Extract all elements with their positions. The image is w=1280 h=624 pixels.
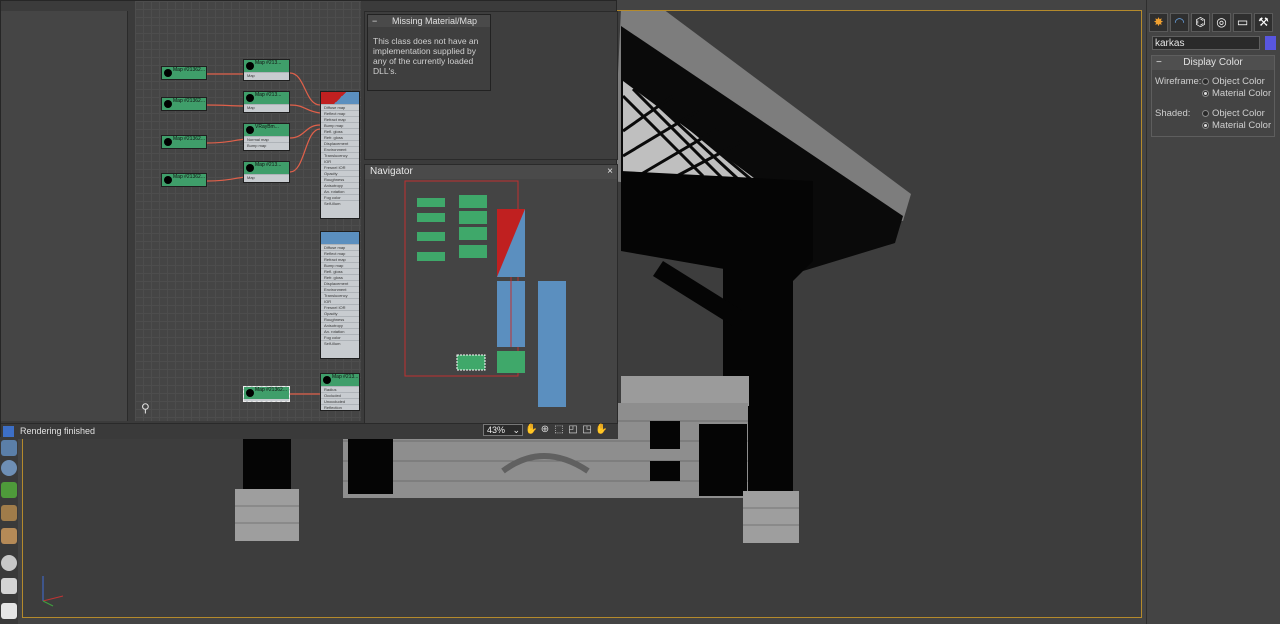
rollout-title: Display Color <box>1183 57 1243 68</box>
node-missing-texture-selected[interactable]: Map #21362... <box>243 386 290 402</box>
modify-icon[interactable]: ◠ <box>1170 13 1189 32</box>
node-title: Map #21362... <box>162 136 206 148</box>
pan-icon[interactable]: ✋ <box>525 424 537 436</box>
missing-material-message: This class does not have an implementati… <box>373 36 488 84</box>
node-title: Map #21362... <box>162 67 206 79</box>
binoculars-icon[interactable]: ⚲ <box>141 401 155 415</box>
material-slot[interactable]: Self-illum <box>321 340 359 346</box>
node-vraymtl-1[interactable]: Diffuse map Reflect map Refract map Bump ma… <box>320 91 360 219</box>
navigator-panel: Navigator × <box>364 164 618 424</box>
shaded-object-color-radio[interactable] <box>1202 110 1209 117</box>
node-title: Map #21362... <box>162 98 206 110</box>
navigator-title: Navigator <box>370 166 413 177</box>
node-missing-texture-1[interactable]: Map #21362... <box>161 66 207 80</box>
status-text: Rendering finished <box>20 426 96 436</box>
node-title: Map #213... <box>244 92 289 104</box>
node-title: Map #213... <box>244 60 289 72</box>
node-title: Map #21362... <box>244 387 289 399</box>
zoom-icon[interactable]: ⊕ <box>539 424 551 436</box>
navigator-toolbar: 43% ⌄ ✋ ⊕ ⬚ ◰ ◳ ✋ <box>481 423 618 438</box>
zoom-dropdown[interactable]: 43% ⌄ <box>483 424 523 436</box>
node-title: Map #213... <box>321 374 359 386</box>
message-line: This class does not have an <box>373 36 479 46</box>
collapse-icon[interactable]: − <box>1156 56 1162 70</box>
pan-to-selected-icon[interactable]: ✋ <box>595 424 607 436</box>
missing-material-rollout: − Missing Material/Map This class does n… <box>367 14 491 91</box>
object-color-swatch[interactable] <box>1265 36 1276 50</box>
node-title: Map #21362... <box>162 174 206 186</box>
node-vraynormal[interactable]: VRayBm... Normal map Bump map <box>243 123 290 151</box>
shaded-label: Shaded: <box>1155 108 1191 119</box>
chevron-down-icon: ⌄ <box>512 425 520 435</box>
hierarchy-icon[interactable]: ⌬ <box>1191 13 1210 32</box>
node-color-correction[interactable]: Map #213... Map <box>243 59 290 81</box>
shaded-material-color-label[interactable]: Material Color <box>1212 120 1271 131</box>
close-icon[interactable]: × <box>607 165 613 179</box>
zoom-value: 43% <box>487 425 506 435</box>
zoom-extents-selected-icon[interactable]: ◳ <box>581 424 593 436</box>
create-icon[interactable]: ✸ <box>1149 13 1168 32</box>
wireframe-object-color-radio[interactable] <box>1202 78 1209 85</box>
navigator-title-bar: Navigator × <box>365 165 617 179</box>
network-icon[interactable] <box>1 440 17 456</box>
wireframe-label: Wireframe: <box>1155 76 1202 87</box>
zoom-extents-icon[interactable]: ◰ <box>567 424 579 436</box>
node-title: VRayBm... <box>244 124 289 136</box>
shaded-object-color-label[interactable]: Object Color <box>1212 108 1265 119</box>
sphere-icon[interactable] <box>1 555 17 571</box>
message-line: any of the currently loaded <box>373 56 474 66</box>
wireframe-material-color-label[interactable]: Material Color <box>1212 88 1271 99</box>
material-slots: Diffuse map Reflect map Refract map Bump ma… <box>321 244 359 346</box>
node-missing-texture-2[interactable]: Map #21362... <box>161 97 207 111</box>
material-slot[interactable]: Self-illum <box>321 200 359 206</box>
node-missing-texture-3[interactable]: Map #21362... <box>161 135 207 149</box>
message-line: DLL's. <box>373 66 397 76</box>
left-toolbar <box>0 420 18 624</box>
motion-icon[interactable]: ◎ <box>1212 13 1231 32</box>
display-icon[interactable]: ▭ <box>1233 13 1252 32</box>
gear-icon[interactable] <box>1 460 17 476</box>
collapse-icon[interactable]: − <box>372 15 377 27</box>
layer-icon[interactable] <box>1 603 17 619</box>
message-line: implementation supplied by <box>373 46 477 56</box>
missing-rollout-header[interactable]: − Missing Material/Map <box>368 15 490 27</box>
node-missing-texture-4[interactable]: Map #21362... <box>161 173 207 187</box>
tool-icon[interactable] <box>1 505 17 521</box>
node-title: Map #213... <box>244 162 289 174</box>
material-slots: Diffuse map Reflect map Refract map Bump ma… <box>321 104 359 206</box>
grid-icon[interactable] <box>1 578 17 594</box>
node-output-1[interactable]: Map #213... Map <box>243 91 290 113</box>
missing-rollout-title: Missing Material/Map <box>392 16 478 26</box>
command-panel: ✸ ◠ ⌬ ◎ ▭ ⚒ karkas − Display Color Wiref… <box>1146 0 1280 624</box>
material-slot[interactable]: Reflection <box>321 404 359 410</box>
shaded-material-color-radio[interactable] <box>1202 122 1209 129</box>
zoom-region-icon[interactable]: ⬚ <box>553 424 565 436</box>
slate-material-editor: Map #21362... Map #21362... Map #21362..… <box>0 0 618 439</box>
vraydirt-slots: Radius Occluded Unoccluded Reflection <box>321 386 359 410</box>
node-vraydirt[interactable]: Map #213... Radius Occluded Unoccluded Refl… <box>320 373 360 411</box>
node-graph-view[interactable]: Map #21362... Map #21362... Map #21362..… <box>135 1 361 421</box>
material-preview-icon <box>321 92 359 104</box>
material-browser-panel[interactable] <box>1 11 128 421</box>
node-output-2[interactable]: Map #213... Map <box>243 161 290 183</box>
utilities-icon[interactable]: ⚒ <box>1254 13 1273 32</box>
object-name-input[interactable]: karkas <box>1152 36 1260 50</box>
render-icon[interactable] <box>3 426 14 437</box>
wireframe-material-color-radio[interactable] <box>1202 90 1209 97</box>
display-color-rollout: − Display Color Wireframe: Object Color … <box>1151 55 1275 137</box>
material-preview-icon <box>321 232 359 244</box>
rollout-header[interactable]: − Display Color <box>1152 56 1274 70</box>
plant-icon[interactable] <box>1 482 17 498</box>
wireframe-object-color-label[interactable]: Object Color <box>1212 76 1265 87</box>
node-vraymtl-2[interactable]: Diffuse map Reflect map Refract map Bump ma… <box>320 231 360 359</box>
sculpt-icon[interactable] <box>1 528 17 544</box>
navigator-minimap[interactable] <box>365 179 617 423</box>
